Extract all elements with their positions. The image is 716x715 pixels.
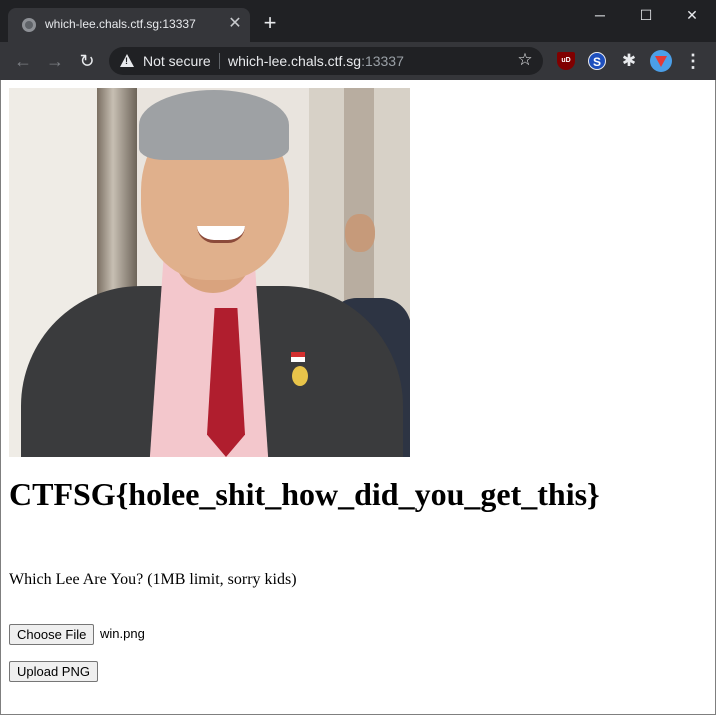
bookmark-star-icon[interactable]: ☆ — [515, 50, 535, 70]
tab-title: which-lee.chals.ctf.sg:13337 — [45, 17, 196, 31]
warning-icon[interactable] — [120, 54, 134, 67]
flag-heading: CTFSG{holee_shit_how_did_you_get_this} — [9, 476, 600, 512]
globe-icon — [22, 18, 36, 32]
tab-close-icon[interactable]: ✕ — [226, 15, 244, 33]
minimize-button[interactable]: ─ — [577, 0, 623, 30]
browser-menu-icon[interactable]: ⋮ — [684, 50, 702, 72]
url-host: which-lee.chals.ctf.sg — [228, 53, 362, 69]
photo-background-head — [345, 214, 375, 252]
security-label[interactable]: Not secure — [143, 53, 211, 69]
extensions-puzzle-icon[interactable]: ✱ — [620, 52, 638, 70]
omnibox-divider — [219, 53, 220, 69]
choose-file-button[interactable]: Choose File — [9, 624, 95, 645]
ublock-extension-icon[interactable]: uD — [557, 52, 575, 70]
photo-hair — [139, 90, 289, 160]
page-viewport: CTFSG{holee_shit_how_did_you_get_this} W… — [0, 80, 716, 715]
maximize-button[interactable]: ☐ — [623, 0, 669, 30]
profile-avatar[interactable] — [650, 50, 672, 72]
upload-prompt: Which Lee Are You? (1MB limit, sorry kid… — [9, 571, 297, 588]
url-port: :13337 — [361, 53, 404, 69]
reload-button[interactable]: ↻ — [76, 50, 98, 72]
address-bar[interactable]: Not secure which-lee.chals.ctf.sg:13337 … — [109, 47, 543, 75]
tab-strip: which-lee.chals.ctf.sg:13337 ✕ + ─ ☐ ✕ — [0, 0, 716, 42]
selected-file-name: win.png — [100, 626, 145, 641]
url-text[interactable]: which-lee.chals.ctf.sg:13337 — [228, 53, 404, 69]
new-tab-button[interactable]: + — [260, 12, 280, 34]
portrait-photo — [9, 88, 410, 457]
back-button[interactable]: ← — [12, 50, 34, 72]
photo-flag-pin — [291, 352, 305, 362]
browser-tab[interactable]: which-lee.chals.ctf.sg:13337 ✕ — [8, 8, 250, 42]
close-window-button[interactable]: ✕ — [669, 0, 715, 30]
forward-button[interactable]: → — [44, 50, 66, 72]
photo-lapel-pin — [292, 366, 308, 386]
s-extension-icon[interactable]: S — [588, 52, 606, 70]
upload-png-button[interactable]: Upload PNG — [9, 661, 98, 682]
browser-toolbar: ← → ↻ Not secure which-lee.chals.ctf.sg:… — [0, 42, 716, 80]
